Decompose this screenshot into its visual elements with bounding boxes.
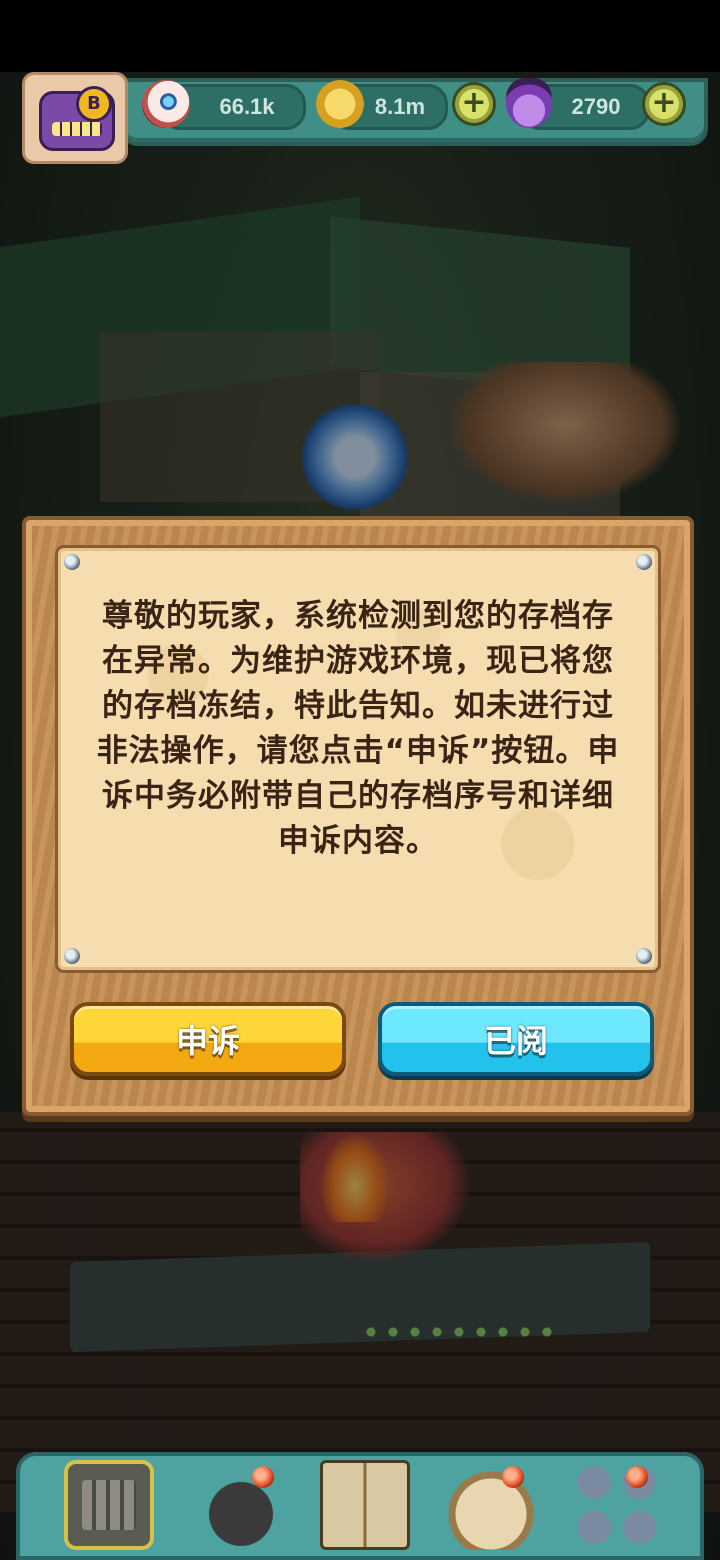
monster-teeth-icon [52,122,102,136]
shop-building-icon[interactable] [64,1460,154,1550]
rivet-icon [636,948,652,964]
rank-badge: B [76,86,112,122]
appeal-button[interactable]: 申诉 [70,1002,346,1076]
coins-value: 8.1m [374,94,426,119]
skull-grid-icon[interactable] [572,1460,662,1550]
rivet-icon [636,554,652,570]
account-frozen-dialog: 尊敬的玩家，系统检测到您的存档存在异常。为维护游戏环境，现已将您的存档冻结，特此… [22,516,694,1116]
potion-flask-icon [506,78,552,128]
add-potions-button[interactable]: + [642,82,686,126]
rivet-icon [64,554,80,570]
eyes-value: 66.1k [219,94,275,119]
potions-value: 2790 [571,94,621,119]
notification-dot [626,1466,648,1488]
status-bar [0,0,720,72]
dialog-message: 尊敬的玩家，系统检测到您的存档存在异常。为维护游戏环境，现已将您的存档冻结，特此… [96,598,620,859]
monster-face-icon: B [39,86,115,151]
add-coins-button[interactable]: + [452,82,496,126]
eyeball-icon [142,80,190,128]
rivet-icon [64,948,80,964]
dialog-parchment: 尊敬的玩家，系统检测到您的存档存在异常。为维护游戏环境，现已将您的存档冻结，特此… [58,548,658,970]
gold-coin-icon [316,80,364,128]
notification-dot [502,1466,524,1488]
notification-dot [252,1466,274,1488]
player-avatar[interactable]: B [22,72,128,164]
book-icon[interactable] [320,1460,410,1550]
acknowledge-button[interactable]: 已阅 [378,1002,654,1076]
